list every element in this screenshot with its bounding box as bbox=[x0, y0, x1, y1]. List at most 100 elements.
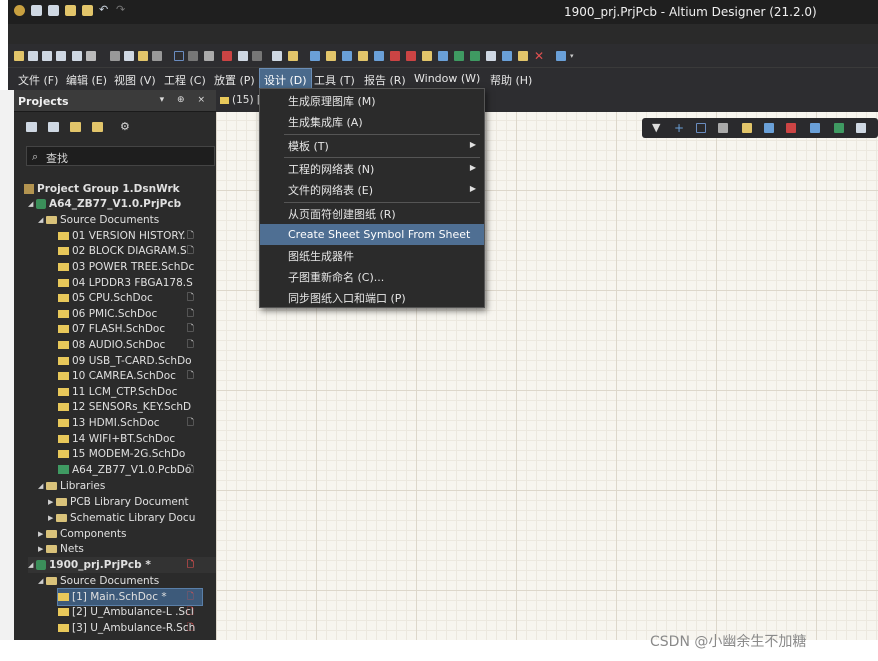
tree-item-doc[interactable]: 14 WIFI+BT.SchDoc bbox=[58, 431, 216, 447]
tree-item-source-docs[interactable]: ◢ Source Documents bbox=[38, 573, 159, 589]
directive-icon[interactable] bbox=[518, 51, 528, 61]
sheet-symbol-icon[interactable] bbox=[834, 123, 844, 133]
tree-item-doc-selected[interactable]: [1] Main.SchDoc * 🗋 bbox=[57, 588, 203, 606]
select-icon[interactable] bbox=[86, 51, 96, 61]
device-sheet-icon[interactable] bbox=[470, 51, 480, 61]
menu-item-document-netlist[interactable]: 文件的网络表 (E) ▶ bbox=[260, 179, 484, 200]
menu-window[interactable]: Window (W) bbox=[414, 72, 480, 85]
menu-reports[interactable]: 报告 (R) bbox=[364, 72, 406, 88]
tree-item-doc[interactable]: 01 VERSION HISTORY. 🗋 bbox=[58, 228, 216, 244]
align-icon[interactable] bbox=[718, 123, 728, 133]
sheet-entry-icon[interactable] bbox=[454, 51, 464, 61]
save-icon[interactable] bbox=[28, 51, 38, 61]
offsheet-icon[interactable] bbox=[502, 51, 512, 61]
tree-item-pcb-doc[interactable]: A64_ZB77_V1.0.PcbDo 🗋 bbox=[58, 462, 216, 478]
save-icon[interactable] bbox=[31, 5, 42, 16]
tree-item-project1[interactable]: ◢ A64_ZB77_V1.0.PrjPcb bbox=[28, 196, 181, 212]
open-folder-icon[interactable] bbox=[92, 122, 103, 132]
menu-item-templates[interactable]: 模板 (T) ▶ bbox=[260, 135, 484, 156]
port-icon[interactable] bbox=[486, 51, 496, 61]
tree-item-doc[interactable]: 02 BLOCK DIAGRAM.S 🗋 bbox=[58, 244, 216, 260]
tree-item-doc[interactable]: 13 HDMI.SchDoc 🗋 bbox=[58, 415, 216, 431]
tree-item-doc[interactable]: 09 USB_T-CARD.SchDo bbox=[58, 353, 216, 369]
component-icon[interactable] bbox=[742, 123, 752, 133]
text-icon[interactable] bbox=[856, 123, 866, 133]
tree-item-doc[interactable]: 10 CAMREA.SchDoc 🗋 bbox=[58, 368, 216, 384]
part-icon[interactable] bbox=[422, 51, 432, 61]
menu-item-sheet-to-device[interactable]: 图纸生成器件 bbox=[260, 245, 484, 266]
wire-icon[interactable] bbox=[342, 51, 352, 61]
menu-item-make-integrated-library[interactable]: 生成集成库 (A) bbox=[260, 111, 484, 132]
area-select-icon[interactable] bbox=[174, 51, 184, 61]
expand-icon[interactable]: ◢ bbox=[38, 482, 46, 490]
undo-icon[interactable]: ↶ bbox=[99, 4, 110, 16]
menu-file[interactable]: 文件 (F) bbox=[18, 72, 58, 88]
tree-item-doc[interactable]: 07 FLASH.SchDoc 🗋 bbox=[58, 322, 216, 338]
tree-item-sch-lib[interactable]: ▶ Schematic Library Docu bbox=[48, 510, 195, 526]
more-dropdown-icon[interactable]: ▾ bbox=[570, 51, 580, 61]
cut-icon[interactable] bbox=[110, 51, 120, 61]
redo-icon[interactable]: ↷ bbox=[116, 4, 127, 16]
expand-icon[interactable]: ◢ bbox=[38, 216, 46, 224]
pen-icon[interactable] bbox=[556, 51, 566, 61]
save-all-icon[interactable] bbox=[48, 5, 59, 16]
redo-toolbar-icon[interactable] bbox=[252, 51, 262, 61]
tree-item-doc[interactable]: 03 POWER TREE.SchDc bbox=[58, 259, 216, 275]
collapse-icon[interactable]: ▶ bbox=[48, 514, 56, 522]
fit-icon[interactable] bbox=[72, 51, 82, 61]
move-icon[interactable] bbox=[188, 51, 198, 61]
copy-icon[interactable] bbox=[124, 51, 134, 61]
menu-item-make-schematic-library[interactable]: 生成原理图库 (M) bbox=[260, 90, 484, 111]
align-icon[interactable] bbox=[204, 51, 214, 61]
zoom-icon[interactable] bbox=[56, 51, 66, 61]
menu-view[interactable]: 视图 (V) bbox=[114, 72, 156, 88]
open-folder-icon[interactable] bbox=[65, 5, 76, 16]
menu-item-project-netlist[interactable]: 工程的网络表 (N) ▶ bbox=[260, 158, 484, 179]
tree-item-nets[interactable]: ▶ Nets bbox=[38, 541, 84, 557]
paste-icon[interactable] bbox=[138, 51, 148, 61]
open-document-icon[interactable] bbox=[70, 122, 81, 132]
tree-item-doc[interactable]: [3] U_Ambulance-R.Sch 🗋 bbox=[58, 620, 216, 636]
open-project-icon[interactable] bbox=[82, 5, 93, 16]
no-erc-icon[interactable]: ✕ bbox=[534, 50, 544, 62]
tree-item-project-group[interactable]: Project Group 1.DsnWrk bbox=[24, 181, 180, 197]
tree-item-pcb-lib[interactable]: ▶ PCB Library Document bbox=[48, 494, 189, 510]
menu-item-create-sheet-from-symbol[interactable]: 从页面符创建图纸 (R) bbox=[260, 203, 484, 224]
search-box[interactable]: ⌕ 查找 bbox=[26, 146, 215, 166]
menu-item-rename-child-sheet[interactable]: 子图重新命名 (C)... bbox=[260, 266, 484, 287]
sheet-symbol-icon[interactable] bbox=[438, 51, 448, 61]
menu-project[interactable]: 工程 (C) bbox=[164, 72, 206, 88]
tree-item-doc[interactable]: [2] U_Ambulance-L .Scl 🗋 bbox=[58, 605, 216, 621]
collapse-icon[interactable]: ▶ bbox=[38, 545, 46, 553]
wire-icon[interactable] bbox=[764, 123, 774, 133]
ground-icon[interactable] bbox=[390, 51, 400, 61]
menu-tools[interactable]: 工具 (T) bbox=[314, 72, 355, 88]
select-area-icon[interactable] bbox=[696, 123, 706, 133]
menu-place[interactable]: 放置 (P) bbox=[214, 72, 255, 88]
clear-filter-icon[interactable] bbox=[222, 51, 232, 61]
tree-item-doc[interactable]: 05 CPU.SchDoc 🗋 bbox=[58, 290, 216, 306]
harness-icon[interactable] bbox=[810, 123, 820, 133]
collapse-icon[interactable]: ▶ bbox=[48, 498, 56, 506]
net-icon[interactable] bbox=[310, 51, 320, 61]
power-port-icon[interactable] bbox=[786, 123, 796, 133]
netlabel-icon[interactable] bbox=[374, 51, 384, 61]
tree-item-doc[interactable]: 06 PMIC.SchDoc 🗋 bbox=[58, 306, 216, 322]
rubber-stamp-icon[interactable] bbox=[152, 51, 162, 61]
menu-edit[interactable]: 编辑 (E) bbox=[66, 72, 107, 88]
collapse-icon[interactable]: ▶ bbox=[38, 530, 46, 538]
tree-item-doc[interactable]: 11 LCM_CTP.SchDoc bbox=[58, 384, 216, 400]
tree-item-doc[interactable]: 08 AUDIO.SchDoc 🗋 bbox=[58, 337, 216, 353]
print-icon[interactable] bbox=[42, 51, 52, 61]
undo-toolbar-icon[interactable] bbox=[238, 51, 248, 61]
expand-icon[interactable]: ◢ bbox=[38, 577, 46, 585]
bus-icon[interactable] bbox=[326, 51, 336, 61]
hierarchy-icon[interactable] bbox=[272, 51, 282, 61]
menu-item-create-sheet-symbol-from-sheet[interactable]: Create Sheet Symbol From Sheet bbox=[260, 224, 484, 245]
search-input[interactable]: 查找 bbox=[46, 150, 68, 166]
menu-item-sync-sheet-entries[interactable]: 同步图纸入口和端口 (P) bbox=[260, 287, 484, 308]
save-project-icon[interactable] bbox=[26, 122, 37, 132]
power-icon[interactable] bbox=[406, 51, 416, 61]
tree-item-project2[interactable]: ◢ 1900_prj.PrjPcb * 🗋 bbox=[28, 557, 216, 573]
expand-icon[interactable]: ◢ bbox=[28, 200, 36, 208]
